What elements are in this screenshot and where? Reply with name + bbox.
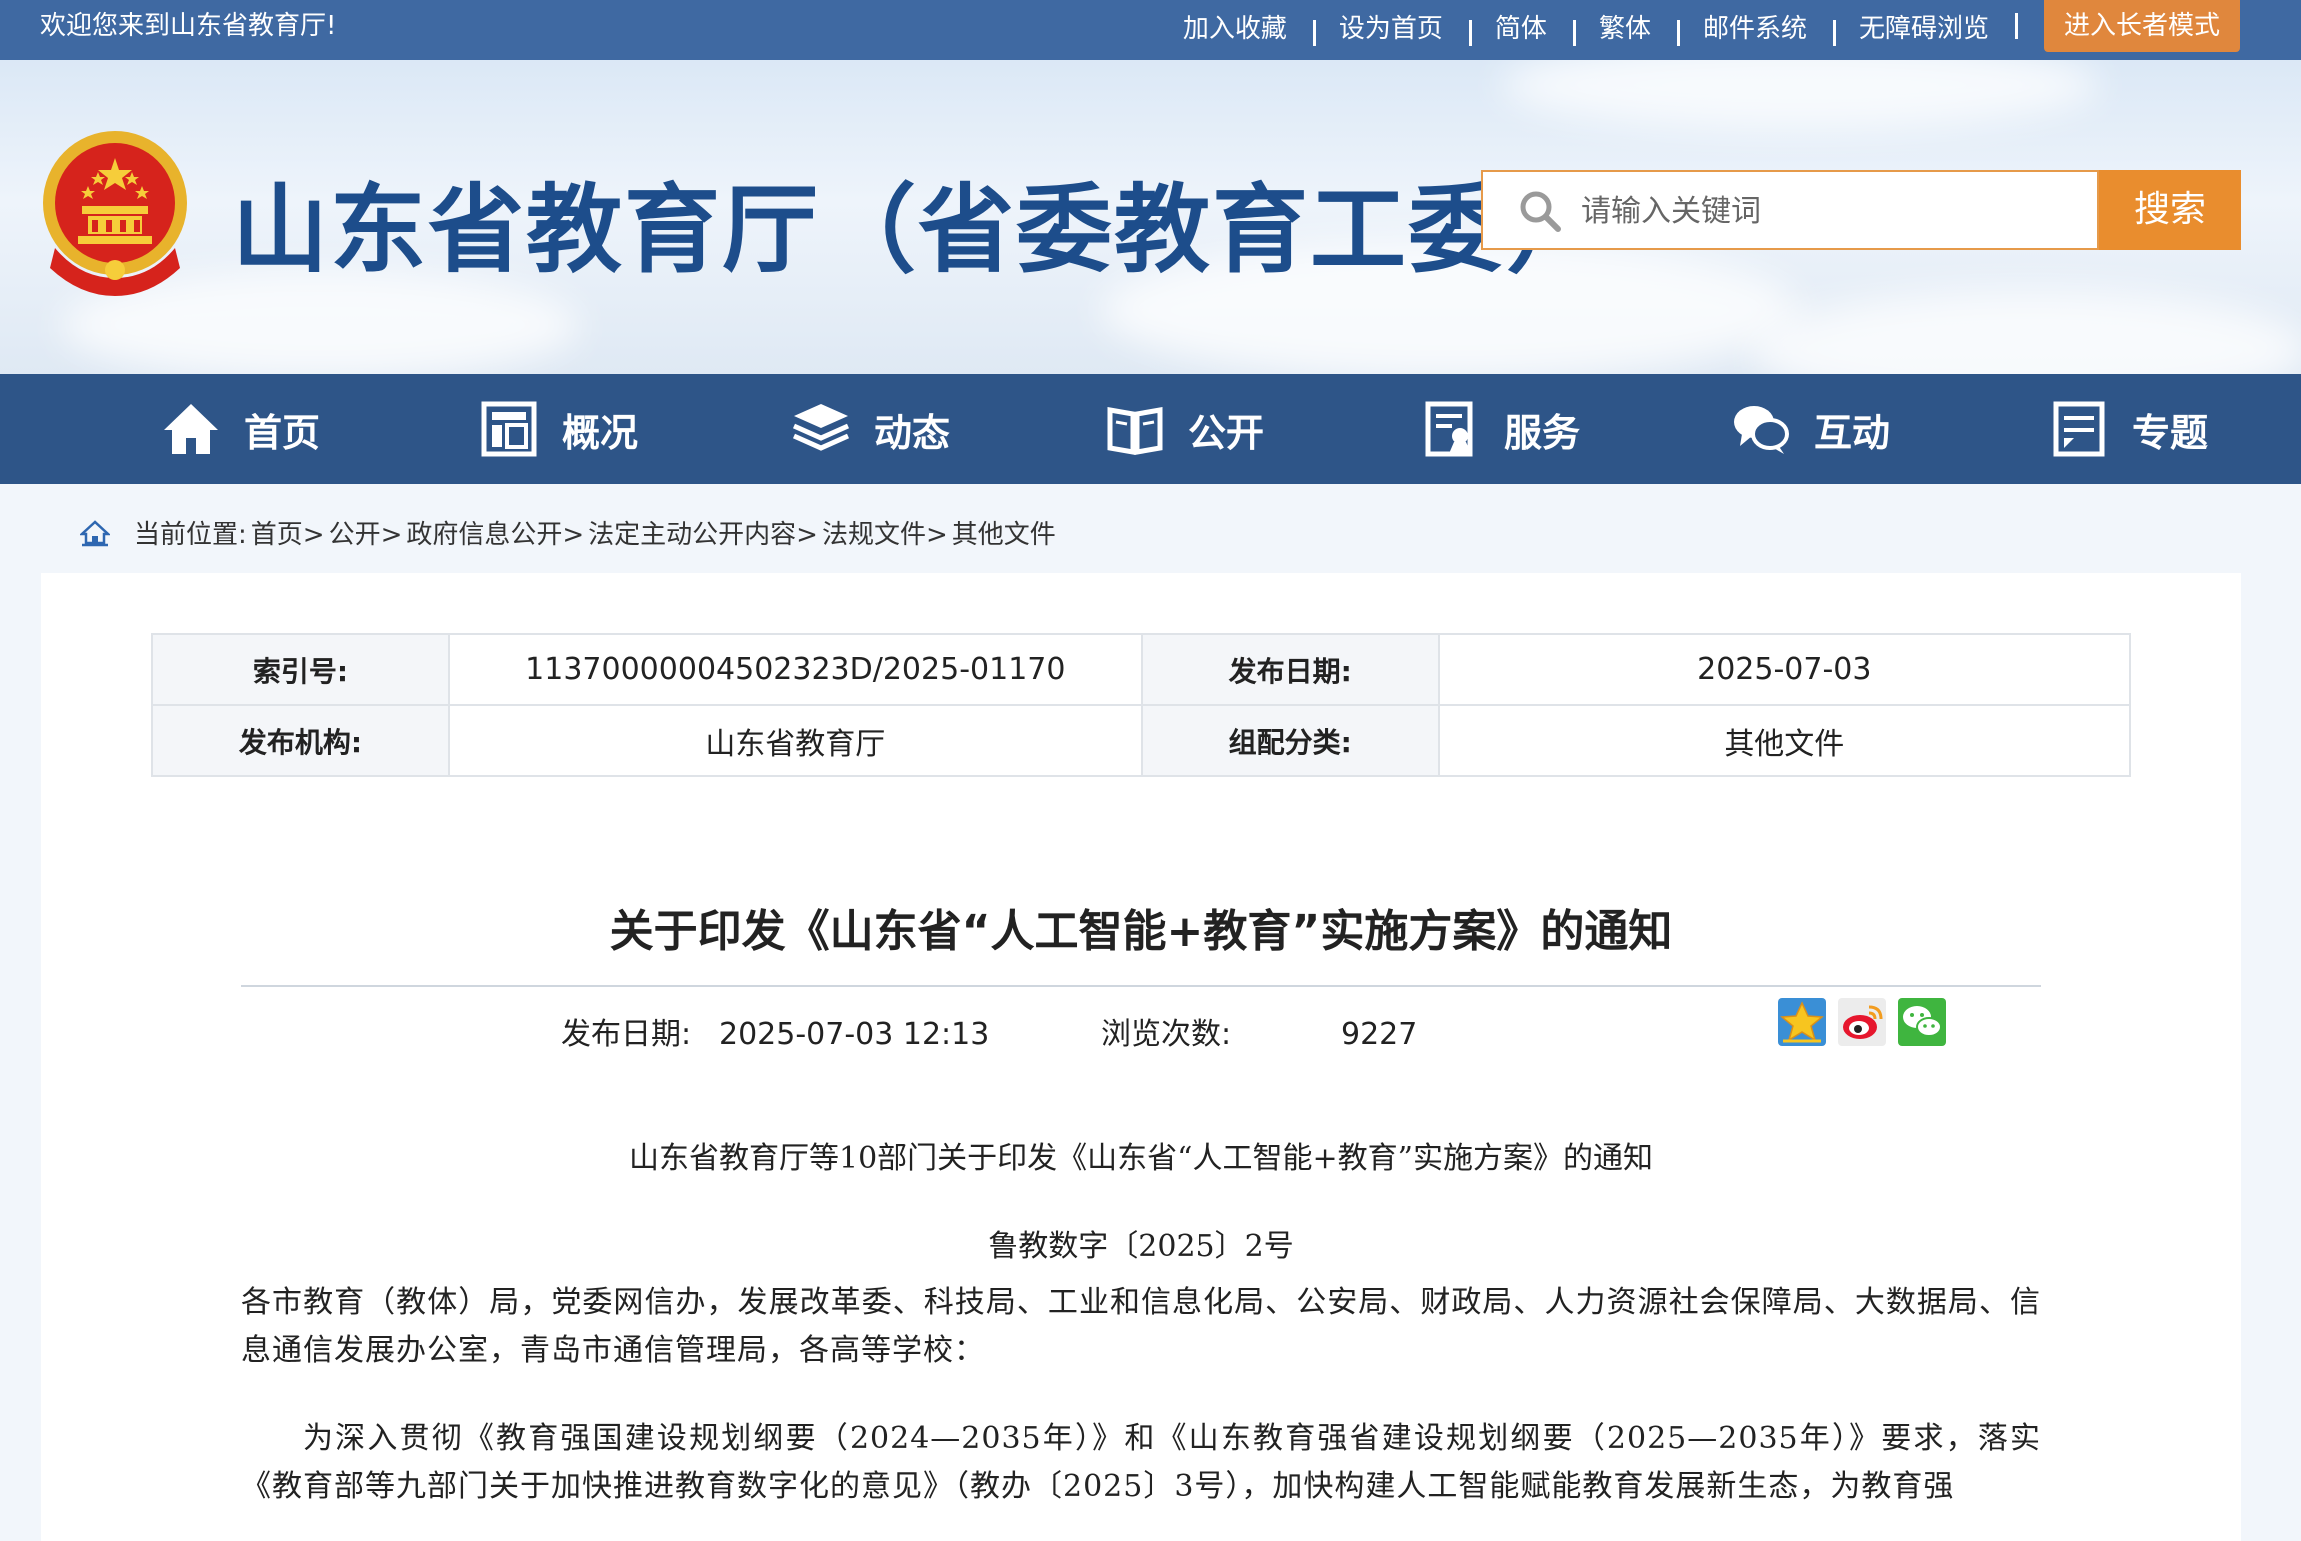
doc-title: 山东省教育厅等10部门关于印发《山东省“人工智能+教育”实施方案》的通知 [629,1141,1653,1176]
mail-system-link[interactable]: 邮件系统 [1676,8,1833,46]
org-label: 发布机构: [151,704,450,777]
category-label: 组配分类: [1140,704,1440,777]
breadcrumb-open[interactable]: 公开> [329,514,403,551]
search-input[interactable] [1579,182,2083,240]
search-button[interactable]: 搜索 [2099,170,2241,250]
accessibility-link[interactable]: 无障碍浏览 [1832,8,2015,46]
search-icon [1520,191,1561,232]
publish-date-value: 2025-07-03 12:13 [719,1017,990,1052]
open-book-icon [1107,407,1163,455]
doc-number: 鲁教数字〔2025〕2号 [988,1229,1294,1264]
title-divider [241,985,2041,987]
doc-recipients: 各市教育（教体）局，党委网信办，发展改革委、科技局、工业和信息化局、公安局、财政… [241,1285,2041,1368]
chat-bubbles-icon [1734,406,1789,454]
search-box [1481,170,2099,250]
main-nav: 首页 概况 动态 公开 服务 互动 专题 [0,374,2301,484]
article-title: 关于印发《山东省“人工智能+教育”实施方案》的通知 [609,906,1673,957]
date-label: 发布日期: [1140,633,1440,706]
nav-item-service[interactable]: 服务 [1422,374,1580,484]
favorite-star-icon[interactable] [1777,997,1827,1047]
news-stack-icon [792,404,850,451]
traditional-chinese-link[interactable]: 繁体 [1572,8,1677,46]
top-utility-bar: 欢迎您来到山东省教育厅! 加入收藏 设为首页 简体 繁体 邮件系统 无障碍浏览 … [0,0,2301,60]
set-homepage-link[interactable]: 设为首页 [1312,8,1469,46]
add-favorite-link[interactable]: 加入收藏 [1157,8,1313,45]
breadcrumb-other-docs[interactable]: 其他文件 [952,514,1056,551]
breadcrumb-regulations[interactable]: 法规文件> [822,514,948,551]
category-value: 其他文件 [1437,704,2132,777]
nav-label: 互动 [1814,410,1891,455]
site-title: 山东省教育厅（省委教育工委） [232,174,1604,286]
nav-label: 服务 [1504,410,1581,455]
content-panel: 索引号: 11370000004502323D/2025-01170 发布日期:… [41,573,2241,1541]
cloud-decoration [1750,290,2301,374]
national-emblem-icon [43,131,187,296]
views-label: 浏览次数: [1101,1017,1232,1052]
nav-label: 专题 [2132,410,2209,455]
nav-item-home[interactable]: 首页 [162,374,320,484]
home-icon [164,404,218,454]
wechat-icon[interactable] [1897,997,1947,1047]
breadcrumb-statutory[interactable]: 法定主动公开内容> [588,514,818,551]
index-label: 索引号: [151,633,450,706]
breadcrumb-prefix: 当前位置: [134,519,247,550]
top-divider [2014,13,2018,39]
nav-item-interact[interactable]: 互动 [1732,374,1890,484]
elder-mode-button[interactable]: 进入长者模式 [2043,0,2240,52]
top-links: 加入收藏 设为首页 简体 繁体 邮件系统 无障碍浏览 进入长者模式 [1157,0,2240,52]
simplified-chinese-link[interactable]: 简体 [1468,8,1573,46]
nav-item-overview[interactable]: 概况 [480,374,638,484]
views-value: 9227 [1341,1017,1418,1052]
nav-item-topics[interactable]: 专题 [2050,374,2208,484]
site-header: 山东省教育厅（省委教育工委） 搜索 [0,60,2301,374]
overview-icon [481,401,537,457]
breadcrumb: 当前位置: 首页> 公开> 政府信息公开> 法定主动公开内容> 法规文件> 其他… [80,512,1060,552]
nav-item-open[interactable]: 公开 [1106,374,1264,484]
document-meta-table: 索引号: 11370000004502323D/2025-01170 发布日期:… [151,633,2132,777]
nav-item-news[interactable]: 动态 [792,374,950,484]
home-location-icon [80,520,110,547]
nav-label: 公开 [1188,410,1265,455]
weibo-icon[interactable] [1837,997,1887,1047]
org-value: 山东省教育厅 [447,704,1143,777]
topic-doc-icon [2053,401,2105,457]
date-value: 2025-07-03 [1437,633,2132,706]
nav-label: 概况 [562,410,639,455]
index-value: 11370000004502323D/2025-01170 [447,633,1143,706]
publish-date-label: 发布日期: [561,1017,692,1052]
nav-label: 动态 [874,410,951,455]
service-form-icon [1425,401,1473,457]
nav-label: 首页 [244,410,321,455]
breadcrumb-home[interactable]: 首页> [251,514,325,551]
welcome-text: 欢迎您来到山东省教育厅! [40,11,337,41]
cloud-decoration [1500,60,2100,130]
doc-body-paragraph: 为深入贯彻《教育强国建设规划纲要（2024—2035年）》和《山东教育强省建设规… [241,1421,2041,1504]
breadcrumb-gov-info[interactable]: 政府信息公开> [406,514,584,551]
